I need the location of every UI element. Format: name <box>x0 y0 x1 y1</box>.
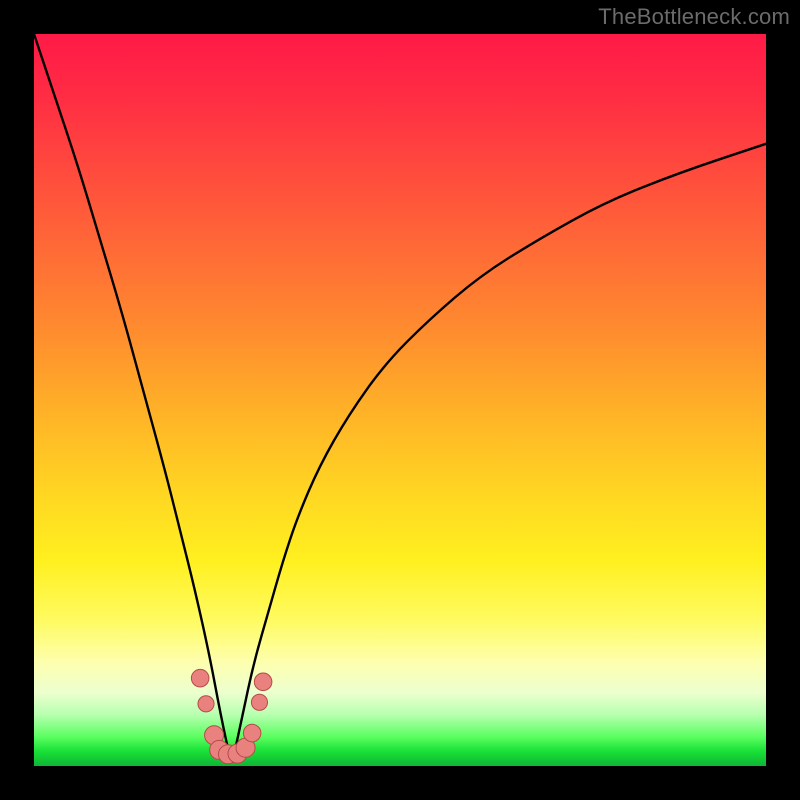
watermark-text: TheBottleneck.com <box>598 4 790 30</box>
bottleneck-curve-path <box>34 34 766 753</box>
curve-marker <box>254 673 272 691</box>
chart-svg <box>34 34 766 766</box>
plot-area <box>34 34 766 766</box>
curve-marker <box>243 724 261 742</box>
outer-frame: TheBottleneck.com <box>0 0 800 800</box>
curve-marker <box>198 696 214 712</box>
curve-marker <box>191 669 209 687</box>
curve-markers <box>191 669 272 763</box>
curve-marker <box>251 694 267 710</box>
